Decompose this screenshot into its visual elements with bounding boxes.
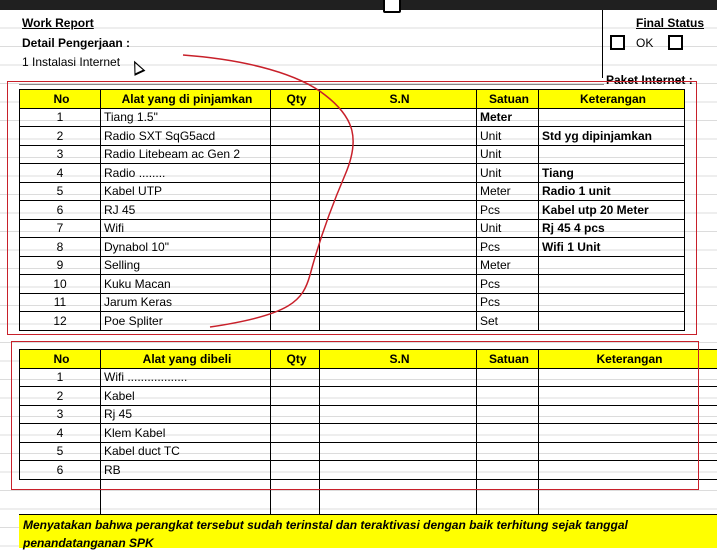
annotation-arrow-curve [0,0,717,547]
